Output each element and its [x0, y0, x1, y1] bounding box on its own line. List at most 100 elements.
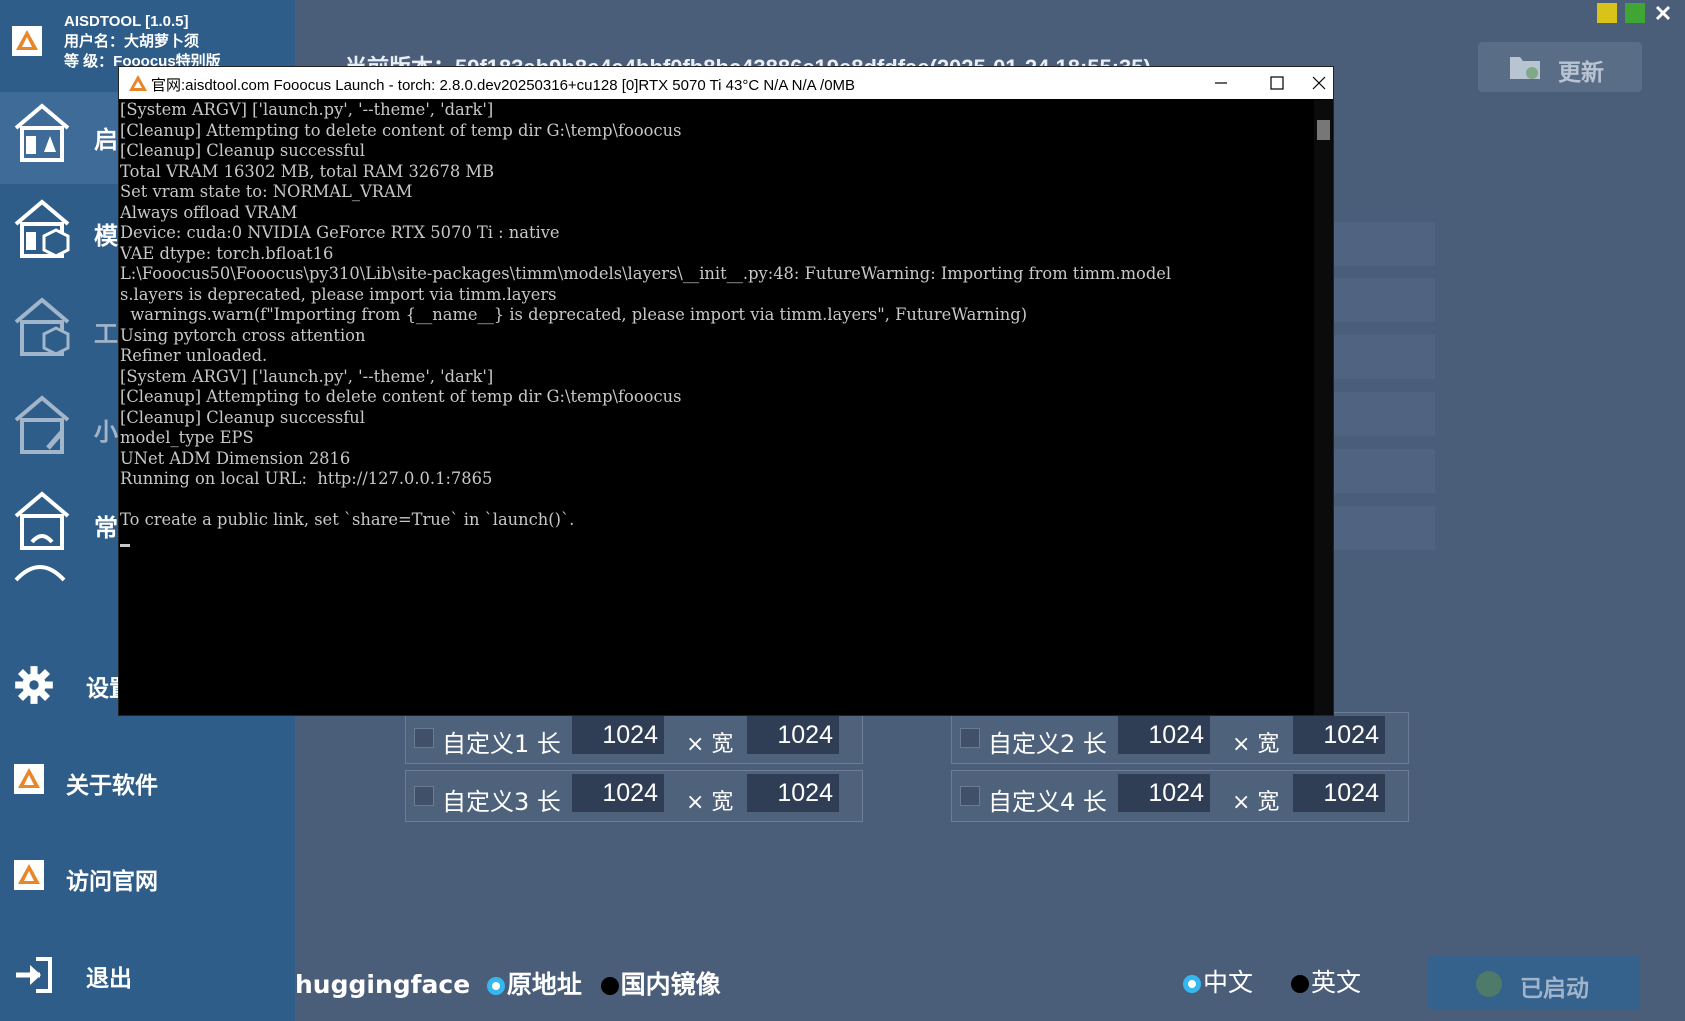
- width-input[interactable]: 1024: [747, 774, 839, 812]
- house-icon: [14, 491, 70, 550]
- about-button[interactable]: 关于软件: [0, 752, 295, 812]
- option-label: 原地址: [506, 970, 582, 999]
- console-line: UNet ADM Dimension 2816: [120, 448, 351, 468]
- console-scrollbar[interactable]: [1314, 100, 1333, 715]
- console-line: Device: cuda:0 NVIDIA GeForce RTX 5070 T…: [120, 223, 560, 242]
- width-label: × 宽: [686, 732, 734, 757]
- radio-selected-icon: [1183, 975, 1201, 993]
- console-output[interactable]: [System ARGV] ['launch.py', '--theme', '…: [119, 100, 1313, 715]
- language-select: 中文 英文: [1183, 963, 1361, 1003]
- length-input[interactable]: 1024: [1118, 774, 1210, 812]
- custom-size-2: 自定义2 长 1024 × 宽 1024: [951, 712, 1409, 764]
- close-icon[interactable]: [1305, 67, 1333, 99]
- exit-label: 退出: [86, 966, 132, 992]
- minimize-app-button[interactable]: [1597, 3, 1617, 23]
- house-cube-icon: [14, 199, 70, 258]
- custom-size-label: 自定义3 长: [442, 788, 561, 816]
- close-app-icon[interactable]: [1653, 3, 1673, 23]
- console-titlebar: 官网:aisdtool.com Fooocus Launch - torch: …: [119, 67, 1333, 99]
- console-window: 官网:aisdtool.com Fooocus Launch - torch: …: [119, 67, 1333, 715]
- nav-label: 常: [94, 514, 118, 542]
- scrollbar-thumb[interactable]: [1317, 120, 1330, 140]
- radio-unselected-icon: [600, 977, 619, 995]
- console-line: warnings.warn(f"Importing from {__name__…: [120, 305, 1028, 324]
- nav-label: 启: [94, 126, 118, 154]
- app-logo-icon: [14, 860, 44, 890]
- exit-button[interactable]: 退出: [0, 945, 295, 1005]
- folder-icon: [1510, 57, 1540, 79]
- lang-option-english[interactable]: 英文: [1290, 968, 1361, 997]
- console-line: Total VRAM 16302 MB, total RAM 32678 MB: [120, 161, 495, 181]
- nav-label: 工: [94, 320, 118, 348]
- maximize-icon[interactable]: [1249, 67, 1305, 99]
- custom-size-checkbox[interactable]: [960, 786, 980, 806]
- length-input[interactable]: 1024: [572, 774, 664, 812]
- width-input[interactable]: 1024: [1293, 774, 1385, 812]
- website-label: 访问官网: [66, 869, 158, 895]
- custom-size-1: 自定义1 长 1024 × 宽 1024: [405, 712, 863, 764]
- about-label: 关于软件: [66, 773, 158, 799]
- console-line: Refiner unloaded.: [120, 346, 268, 365]
- lang-option-chinese[interactable]: 中文: [1183, 968, 1253, 997]
- app-logo-icon: [129, 75, 147, 91]
- option-label: 中文: [1203, 968, 1254, 997]
- console-line: To create a public link, set `share=True…: [120, 510, 575, 529]
- width-input[interactable]: 1024: [1293, 716, 1385, 754]
- hf-option-mirror[interactable]: 国内镜像: [600, 970, 721, 999]
- custom-size-checkbox[interactable]: [414, 786, 434, 806]
- console-line: Always offload VRAM: [120, 202, 298, 222]
- option-label: 英文: [1310, 968, 1361, 997]
- option-label: 国内镜像: [620, 970, 721, 999]
- gear-icon: [15, 666, 53, 704]
- width-label: × 宽: [1232, 732, 1280, 757]
- radio-unselected-icon: [1290, 975, 1309, 993]
- update-button[interactable]: 更新: [1478, 42, 1642, 92]
- width-label: × 宽: [686, 790, 734, 815]
- huggingface-source: huggingface 原地址 国内镜像: [295, 965, 721, 1005]
- console-line: model_type EPS: [120, 428, 254, 447]
- house-cube-icon: [14, 297, 70, 356]
- app-logo-icon: [14, 764, 44, 794]
- house-wrench-icon: [14, 395, 70, 454]
- minimize-icon[interactable]: [1193, 67, 1249, 99]
- update-label: 更新: [1558, 60, 1604, 86]
- user-name: 用户名：大胡萝卜须: [64, 33, 200, 50]
- console-line: [Cleanup] Attempting to delete content o…: [120, 120, 682, 140]
- width-label: × 宽: [1232, 790, 1280, 815]
- console-title: 官网:aisdtool.com Fooocus Launch - torch: …: [151, 77, 856, 94]
- console-line: Running on local URL: http://127.0.0.1:7…: [120, 469, 493, 488]
- custom-size-3: 自定义3 长 1024 × 宽 1024: [405, 770, 863, 822]
- huggingface-label: huggingface: [295, 970, 471, 999]
- nav-label: 小: [94, 418, 118, 446]
- nav-label: 模: [94, 222, 118, 250]
- console-line: [System ARGV] ['launch.py', '--theme', '…: [120, 366, 494, 386]
- radio-selected-icon: [486, 977, 505, 995]
- custom-size-checkbox[interactable]: [414, 728, 434, 748]
- console-line: s.layers is deprecated, please import vi…: [120, 284, 557, 304]
- play-icon: [1476, 971, 1502, 997]
- console-line: L:\Fooocus50\Fooocus\py310\Lib\site-pack…: [120, 264, 1172, 283]
- console-line: Set vram state to: NORMAL_VRAM: [120, 182, 413, 201]
- custom-size-label: 自定义4 长: [988, 788, 1107, 816]
- exit-icon: [16, 957, 52, 993]
- console-line: [Cleanup] Cleanup successful: [120, 141, 365, 160]
- house-rocket-icon: [14, 103, 70, 162]
- custom-size-label: 自定义2 长: [988, 730, 1107, 758]
- website-button[interactable]: 访问官网: [0, 848, 295, 908]
- length-input[interactable]: 1024: [572, 716, 664, 754]
- start-button[interactable]: 已启动: [1428, 956, 1640, 1010]
- console-line: [System ARGV] ['launch.py', '--theme', '…: [120, 100, 494, 119]
- hf-option-original[interactable]: 原地址: [486, 970, 582, 999]
- custom-size-label: 自定义1 长: [442, 730, 561, 758]
- custom-size-checkbox[interactable]: [960, 728, 980, 748]
- width-input[interactable]: 1024: [747, 716, 839, 754]
- maximize-app-button[interactable]: [1625, 3, 1645, 23]
- app-title: AISDTOOL [1.0.5]: [64, 13, 189, 30]
- console-line: Using pytorch cross attention: [120, 325, 366, 345]
- length-input[interactable]: 1024: [1118, 716, 1210, 754]
- arc-icon: [14, 565, 66, 582]
- app-logo-icon: [12, 26, 42, 56]
- start-label: 已启动: [1520, 976, 1589, 1002]
- console-line: VAE dtype: torch.bfloat16: [120, 243, 334, 263]
